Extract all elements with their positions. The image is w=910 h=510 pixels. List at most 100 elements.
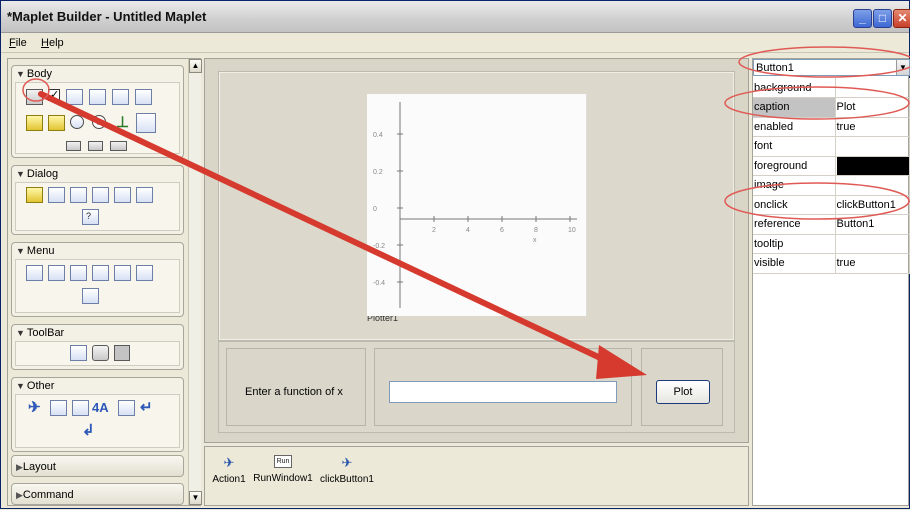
property-key: tooltip — [753, 234, 836, 254]
mathml-editor-icon[interactable] — [26, 115, 43, 131]
property-row-visible[interactable]: visible true — [753, 253, 910, 274]
message-dialog-icon[interactable] — [136, 187, 153, 203]
property-value[interactable]: true — [835, 253, 910, 274]
textfield-element-icon[interactable] — [66, 141, 81, 151]
textfield-cell[interactable] — [374, 348, 632, 426]
nonvisual-runwindow1[interactable]: Run RunWindow1 — [253, 455, 313, 484]
radio-selected-icon[interactable] — [92, 115, 106, 129]
label-cell[interactable]: Enter a function of x — [226, 348, 366, 426]
property-row-tooltip[interactable]: tooltip — [753, 234, 910, 254]
radio-menu-item-icon[interactable] — [82, 288, 99, 304]
checkbox-element-icon[interactable]: ✓ — [48, 89, 60, 101]
property-key: reference — [753, 214, 836, 235]
return-element-icon[interactable]: ↵ — [140, 400, 157, 416]
box-layout-icon[interactable] — [72, 400, 89, 416]
font-element-icon[interactable]: 4A — [92, 400, 116, 416]
button-element-icon[interactable] — [26, 89, 43, 105]
action-element-icon[interactable]: ✈ — [28, 400, 45, 416]
element-selector-combobox[interactable]: Button1 ▼ — [753, 59, 910, 76]
property-value[interactable] — [835, 78, 910, 98]
property-row-background[interactable]: background — [753, 78, 910, 98]
chevron-down-icon[interactable]: ▼ — [896, 60, 909, 75]
group-label: Command — [22, 489, 74, 501]
combobox-element-icon[interactable] — [66, 89, 83, 105]
plot-button[interactable]: Plot — [656, 380, 710, 404]
menu-separator-icon[interactable] — [114, 265, 131, 281]
expanded-triangle-icon: ▼ — [16, 69, 25, 79]
image-element-icon[interactable] — [118, 400, 135, 416]
minimize-icon[interactable]: _ — [853, 9, 872, 28]
radio-element-icon[interactable] — [70, 115, 84, 129]
toolbar-element-icon[interactable] — [92, 345, 109, 361]
group-header-other[interactable]: ▼ Other — [12, 378, 183, 394]
property-value[interactable] — [835, 156, 910, 176]
function-textfield[interactable] — [389, 381, 617, 403]
property-value[interactable] — [835, 136, 910, 157]
maximize-icon[interactable]: □ — [873, 9, 892, 28]
design-canvas[interactable]: 2 4 6 8 10 0.4 0.2 0 -0.2 -0.4 x Plotter1 Enter a… — [204, 58, 749, 443]
button-cell[interactable]: Plot — [641, 348, 723, 426]
mathml-viewer-icon[interactable] — [48, 115, 65, 131]
menu-element-icon[interactable] — [48, 265, 65, 281]
slider-element-icon[interactable]: ⊥ — [114, 115, 131, 131]
menu-help[interactable]: Help — [41, 37, 64, 49]
group-header-menu[interactable]: ▼ Menu — [12, 243, 183, 259]
palette-group-body: ▼ Body ✓ ⊥ — [11, 65, 184, 158]
palette-group-command[interactable]: ▶Command — [11, 483, 184, 505]
property-value[interactable]: true — [835, 117, 910, 137]
group-header-dialog[interactable]: ▼ Dialog — [12, 166, 183, 182]
property-value[interactable]: clickButton1 — [835, 195, 910, 215]
toolbar-separator-icon[interactable] — [114, 345, 130, 361]
property-value[interactable] — [835, 175, 910, 196]
property-row-reference[interactable]: reference Button1 — [753, 214, 910, 235]
close-icon[interactable]: ✕ — [893, 9, 910, 28]
listbox-element-icon[interactable] — [135, 89, 152, 105]
palette-scrollbar[interactable]: ▲ ▼ — [188, 59, 202, 505]
element-palette: ▼ Body ✓ ⊥ ▼ Dialog ? ▼ Menu ▼ ToolBar ▼… — [7, 58, 202, 506]
popup-menu-icon[interactable] — [136, 265, 153, 281]
plotter-element[interactable]: 2 4 6 8 10 0.4 0.2 0 -0.2 -0.4 x — [367, 94, 587, 316]
input-dialog-icon[interactable] — [114, 187, 131, 203]
property-row-caption[interactable]: caption Plot — [753, 97, 910, 118]
color-swatch[interactable] — [836, 156, 909, 175]
nonvisual-action1[interactable]: ✈ Action1 — [209, 455, 249, 485]
table-element-icon[interactable] — [136, 113, 156, 133]
property-row-font[interactable]: font — [753, 136, 910, 157]
property-row-onclick[interactable]: onclick clickButton1 — [753, 195, 910, 215]
dropdown-element-icon[interactable] — [89, 89, 106, 105]
group-header-body[interactable]: ▼ Body — [12, 66, 183, 82]
property-row-image[interactable]: image — [753, 175, 910, 196]
property-value[interactable]: Plot — [835, 97, 910, 118]
question-dialog-icon[interactable]: ? — [82, 209, 99, 225]
plotter-panel[interactable]: 2 4 6 8 10 0.4 0.2 0 -0.2 -0.4 x Plotter1 — [218, 71, 735, 341]
file-dialog-icon[interactable] — [92, 187, 109, 203]
menu-file[interactable]: File — [9, 37, 27, 49]
x-axis-label: x — [533, 237, 537, 244]
textbox-element-icon[interactable] — [88, 141, 103, 151]
togglebutton-element-icon[interactable] — [110, 141, 127, 151]
menu-bar-icon[interactable] — [70, 265, 87, 281]
checkbox-menu-item-icon[interactable] — [26, 265, 43, 281]
confirm-dialog-icon[interactable] — [70, 187, 87, 203]
nonvisual-clickbutton1[interactable]: ✈ clickButton1 — [317, 455, 377, 485]
menu-item-icon[interactable] — [92, 265, 109, 281]
scroll-down-icon[interactable]: ▼ — [189, 491, 202, 505]
toolbar-button-icon[interactable] — [70, 345, 87, 361]
bordered-layout-icon[interactable] — [50, 400, 67, 416]
property-key: onclick — [753, 195, 836, 215]
color-dialog-icon[interactable] — [48, 187, 65, 203]
alert-dialog-icon[interactable] — [26, 187, 43, 203]
label-element-icon[interactable] — [112, 89, 129, 105]
collapsed-triangle-icon: ▶ — [16, 490, 23, 500]
title-bar[interactable]: *Maplet Builder - Untitled Maplet _ □ ✕ — [1, 1, 910, 33]
group-header-toolbar[interactable]: ▼ ToolBar — [12, 325, 183, 341]
evaluate-element-icon[interactable]: ↲ — [82, 423, 99, 439]
scroll-up-icon[interactable]: ▲ — [189, 59, 202, 73]
x-tick-label: 6 — [500, 227, 504, 234]
property-row-foreground[interactable]: foreground — [753, 156, 910, 176]
property-value[interactable]: Button1 — [835, 214, 910, 235]
palette-group-layout[interactable]: ▶Layout — [11, 455, 184, 477]
property-row-enabled[interactable]: enabled true — [753, 117, 910, 137]
input-row-panel[interactable]: Enter a function of x Plot — [218, 341, 735, 433]
property-value[interactable] — [835, 234, 910, 254]
